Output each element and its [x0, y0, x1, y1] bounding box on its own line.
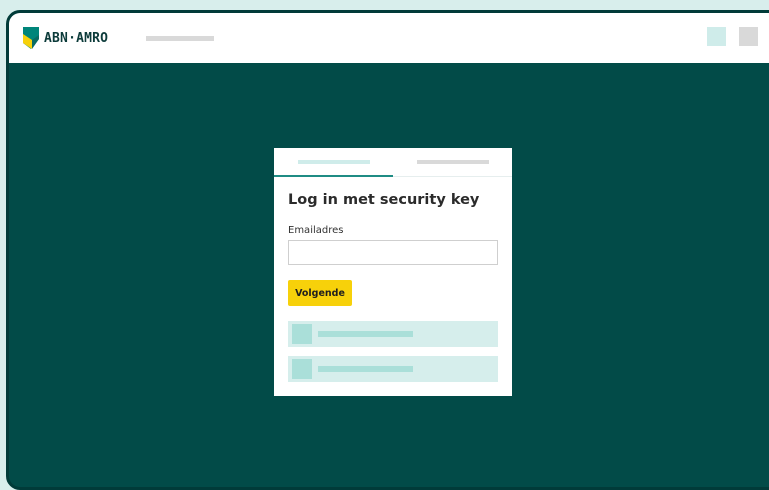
option-icon-placeholder [292, 359, 312, 379]
device-frame: ABN·AMRO Log in met security key Emailad… [6, 10, 769, 490]
email-label: Emailadres [288, 225, 344, 236]
tab-security-key[interactable] [274, 148, 393, 177]
option-text-placeholder [318, 331, 413, 337]
option-text-placeholder [318, 366, 413, 372]
tab-label-placeholder [417, 160, 489, 164]
tab-other-method[interactable] [393, 148, 512, 177]
email-field[interactable] [288, 240, 498, 265]
brand-logo[interactable]: ABN·AMRO [23, 27, 108, 49]
option-icon-placeholder [292, 324, 312, 344]
header-action-placeholder[interactable] [707, 27, 726, 46]
header-menu-placeholder[interactable] [739, 27, 758, 46]
login-card: Log in met security key Emailadres Volge… [274, 148, 512, 396]
abn-amro-shield-icon [23, 27, 39, 49]
tab-label-placeholder [298, 160, 370, 164]
login-tabs [274, 148, 512, 177]
nav-placeholder [146, 36, 214, 41]
page-title: Log in met security key [288, 192, 480, 208]
login-option-row[interactable] [288, 321, 498, 347]
login-option-row[interactable] [288, 356, 498, 382]
brand-name: ABN·AMRO [44, 30, 109, 46]
top-header: ABN·AMRO [9, 13, 769, 63]
next-button[interactable]: Volgende [288, 280, 352, 306]
